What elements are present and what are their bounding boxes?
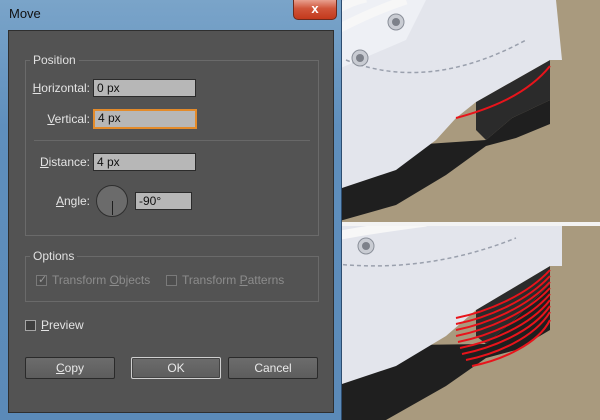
preview-checkbox[interactable] [25,320,36,331]
horizontal-label: Horizontal: [32,81,90,95]
position-group: Position Horizontal: 0 px Vertical: 4 px… [25,53,319,236]
transform-objects-checkbox[interactable]: ✓ [36,274,48,286]
close-button[interactable]: x [293,0,337,20]
angle-input[interactable]: -90° [135,192,192,210]
cancel-button[interactable]: Cancel [228,357,318,379]
artwork-top-panel [336,0,600,222]
dialog-title: Move [9,6,41,21]
transform-patterns-label: Transform Patterns [182,273,285,287]
ok-button[interactable]: OK [131,357,221,379]
angle-label: Angle: [55,194,90,208]
position-separator [34,140,310,141]
close-icon: x [311,1,319,16]
vertical-label: Vertical: [47,112,90,126]
copy-button[interactable]: Copy [25,357,115,379]
transform-patterns-checkbox[interactable] [166,275,177,286]
vertical-input[interactable]: 4 px [93,109,197,129]
checkmark-icon: ✓ [38,274,48,286]
distance-label: Distance: [39,155,90,169]
angle-dial-icon[interactable] [96,185,128,217]
options-group: Options ✓ Transform Objects Transform Pa… [25,249,319,302]
title-bar[interactable]: Move x [0,0,342,30]
distance-input[interactable]: 4 px [93,153,196,171]
move-dialog: Move x Position Horizontal: 0 px Vertica… [0,0,342,420]
options-legend: Options [30,249,78,263]
preview-label: Preview [41,318,84,332]
position-legend: Position [30,53,79,67]
artwork-bottom-panel [336,226,600,420]
dialog-body: Position Horizontal: 0 px Vertical: 4 px… [8,30,334,413]
horizontal-input[interactable]: 0 px [93,79,196,97]
transform-objects-label: Transform Objects [52,273,151,287]
angle-dial-needle [112,201,113,215]
